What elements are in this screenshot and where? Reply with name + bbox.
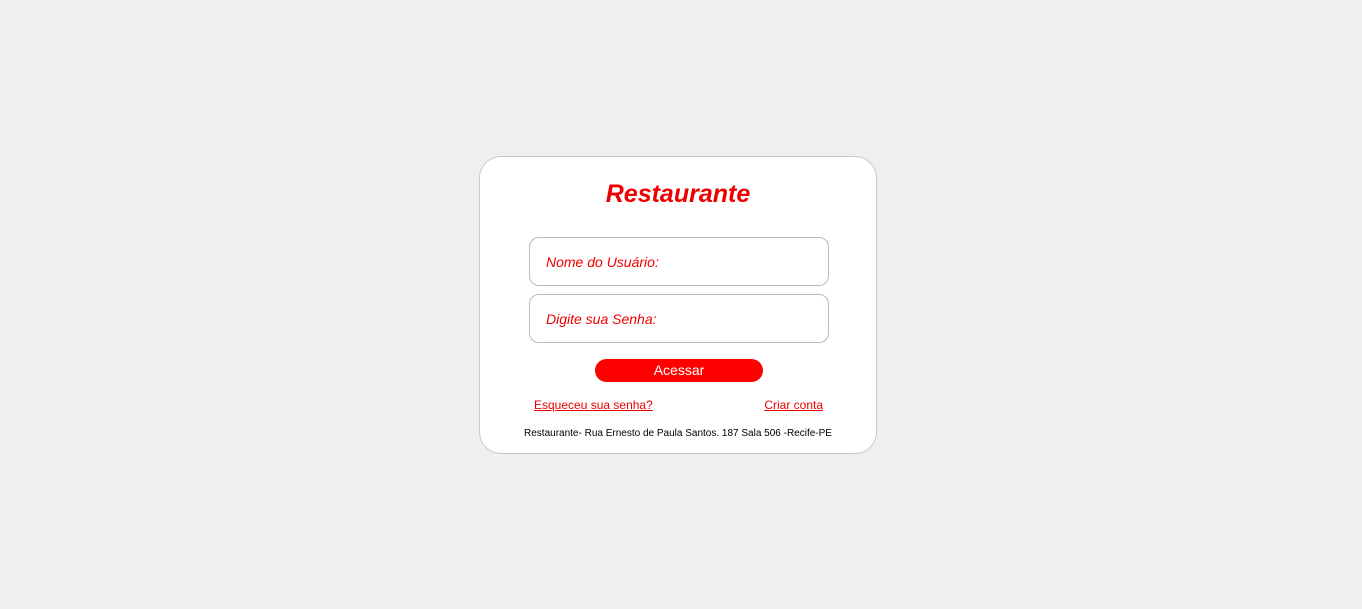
- page: Restaurante Acessar Esqueceu sua senha? …: [0, 0, 1362, 609]
- username-input[interactable]: [529, 237, 829, 286]
- page-title: Restaurante: [605, 180, 751, 208]
- login-card: Restaurante Acessar Esqueceu sua senha? …: [479, 156, 877, 454]
- forgot-password-link[interactable]: Esqueceu sua senha?: [534, 398, 653, 412]
- submit-button[interactable]: Acessar: [595, 359, 763, 382]
- footer-address: Restaurante- Rua Ernesto de Paula Santos…: [524, 428, 832, 439]
- password-input[interactable]: [529, 294, 829, 343]
- create-account-link[interactable]: Criar conta: [764, 398, 823, 412]
